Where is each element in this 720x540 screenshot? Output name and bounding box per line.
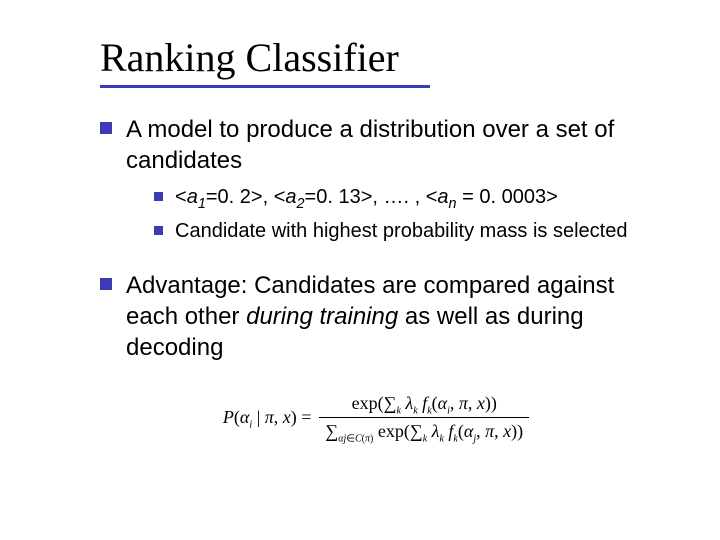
sym-exp: exp [378, 421, 404, 441]
formula-region: P(αi | π, x) = exp(∑k λk fk(αi, π, x)) ∑… [100, 390, 652, 448]
dots: …. , [384, 186, 421, 208]
var-a: a [187, 186, 198, 208]
angle-open: < [426, 186, 438, 208]
subscript: n [449, 196, 457, 212]
paren-close: ) [491, 393, 497, 413]
formula-denominator: ∑αj∈C(π) exp(∑k λk fk(αj, π, x)) [319, 420, 529, 446]
sub-k: k [439, 434, 443, 445]
sub-bullet-text: Candidate with highest probability mass … [175, 218, 652, 244]
sym-alpha: α [438, 393, 447, 413]
bullet-icon [100, 122, 112, 134]
angle-close: > [361, 186, 373, 208]
comma: , [468, 393, 477, 413]
sym-alpha: α [464, 421, 473, 441]
bullet-text-span: A model to produce a distribution over a… [126, 116, 614, 174]
sub-bullet-list: <a1=0. 2>, <a2=0. 13>, …. , <an = 0. 000… [126, 184, 652, 244]
sub-bullet-item: Candidate with highest probability mass … [154, 218, 652, 244]
num-value: 0. 0003 [479, 186, 546, 208]
subscript: 1 [198, 196, 206, 212]
angle-close: > [546, 186, 558, 208]
sub-bullet-text: <a1=0. 2>, <a2=0. 13>, …. , <an = 0. 000… [175, 184, 652, 214]
sym-bar: | [252, 407, 265, 427]
sym-exp: exp [352, 393, 378, 413]
num-value: 0. 13 [316, 186, 360, 208]
sub-k: k [423, 434, 427, 445]
bullet-item: A model to produce a distribution over a… [100, 114, 652, 258]
bullet-icon [154, 226, 163, 235]
slide: Ranking Classifier A model to produce a … [0, 0, 720, 540]
sym-pi: π [265, 407, 274, 427]
sym-sum: ∑ [410, 421, 423, 441]
subscript: 2 [297, 196, 305, 212]
sub-bullet-item: <a1=0. 2>, <a2=0. 13>, …. , <an = 0. 000… [154, 184, 652, 214]
sym-pi: π [459, 393, 468, 413]
sym-x: x [503, 421, 511, 441]
comma: , [494, 421, 503, 441]
sym-C: C [355, 434, 362, 445]
bullet-icon [100, 278, 112, 290]
formula: P(αi | π, x) = exp(∑k λk fk(αi, π, x)) ∑… [221, 390, 531, 448]
sym-alpha: α [240, 407, 249, 427]
sym-in: ∈ [346, 434, 355, 445]
num-value: 0. 2 [218, 186, 251, 208]
paren-close: ) [517, 421, 523, 441]
title-underline [100, 85, 430, 88]
var-a: a [437, 186, 448, 208]
angle-close: > [251, 186, 263, 208]
comma: , [450, 393, 459, 413]
bullet-text: A model to produce a distribution over a… [126, 114, 652, 258]
bullet-text: Advantage: Candidates are compared again… [126, 270, 652, 364]
paren-close: ) [370, 434, 373, 445]
bullet-icon [154, 192, 163, 201]
angle-open: < [175, 186, 187, 208]
angle-open: < [274, 186, 286, 208]
sep: , [372, 186, 383, 208]
sym-x: x [477, 393, 485, 413]
eq-sign: = [297, 407, 312, 427]
var-a: a [285, 186, 296, 208]
sym-sum: ∑ [325, 421, 338, 441]
sub-k: k [413, 405, 417, 416]
sym-P: P [223, 407, 234, 427]
sep: , [263, 186, 274, 208]
bullet-list: A model to produce a distribution over a… [100, 114, 652, 364]
sym-x: x [283, 407, 291, 427]
comma: , [476, 421, 485, 441]
sum-sub: αj∈C(π) [338, 434, 373, 445]
formula-numerator: exp(∑k λk fk(αi, π, x)) [319, 392, 529, 419]
sym-pi: π [485, 421, 494, 441]
slide-body: A model to produce a distribution over a… [44, 114, 676, 448]
formula-lhs: P(αi | π, x) = [223, 392, 318, 446]
sym-sum: ∑ [384, 393, 397, 413]
eq-sign: = [206, 186, 218, 208]
title-region: Ranking Classifier [44, 34, 676, 81]
slide-title: Ranking Classifier [100, 34, 676, 81]
bullet-item: Advantage: Candidates are compared again… [100, 270, 652, 364]
advantage-emph: during training [246, 303, 398, 330]
eq-sign: = [457, 186, 480, 208]
sub-k: k [396, 405, 400, 416]
comma: , [274, 407, 283, 427]
eq-sign: = [305, 186, 317, 208]
